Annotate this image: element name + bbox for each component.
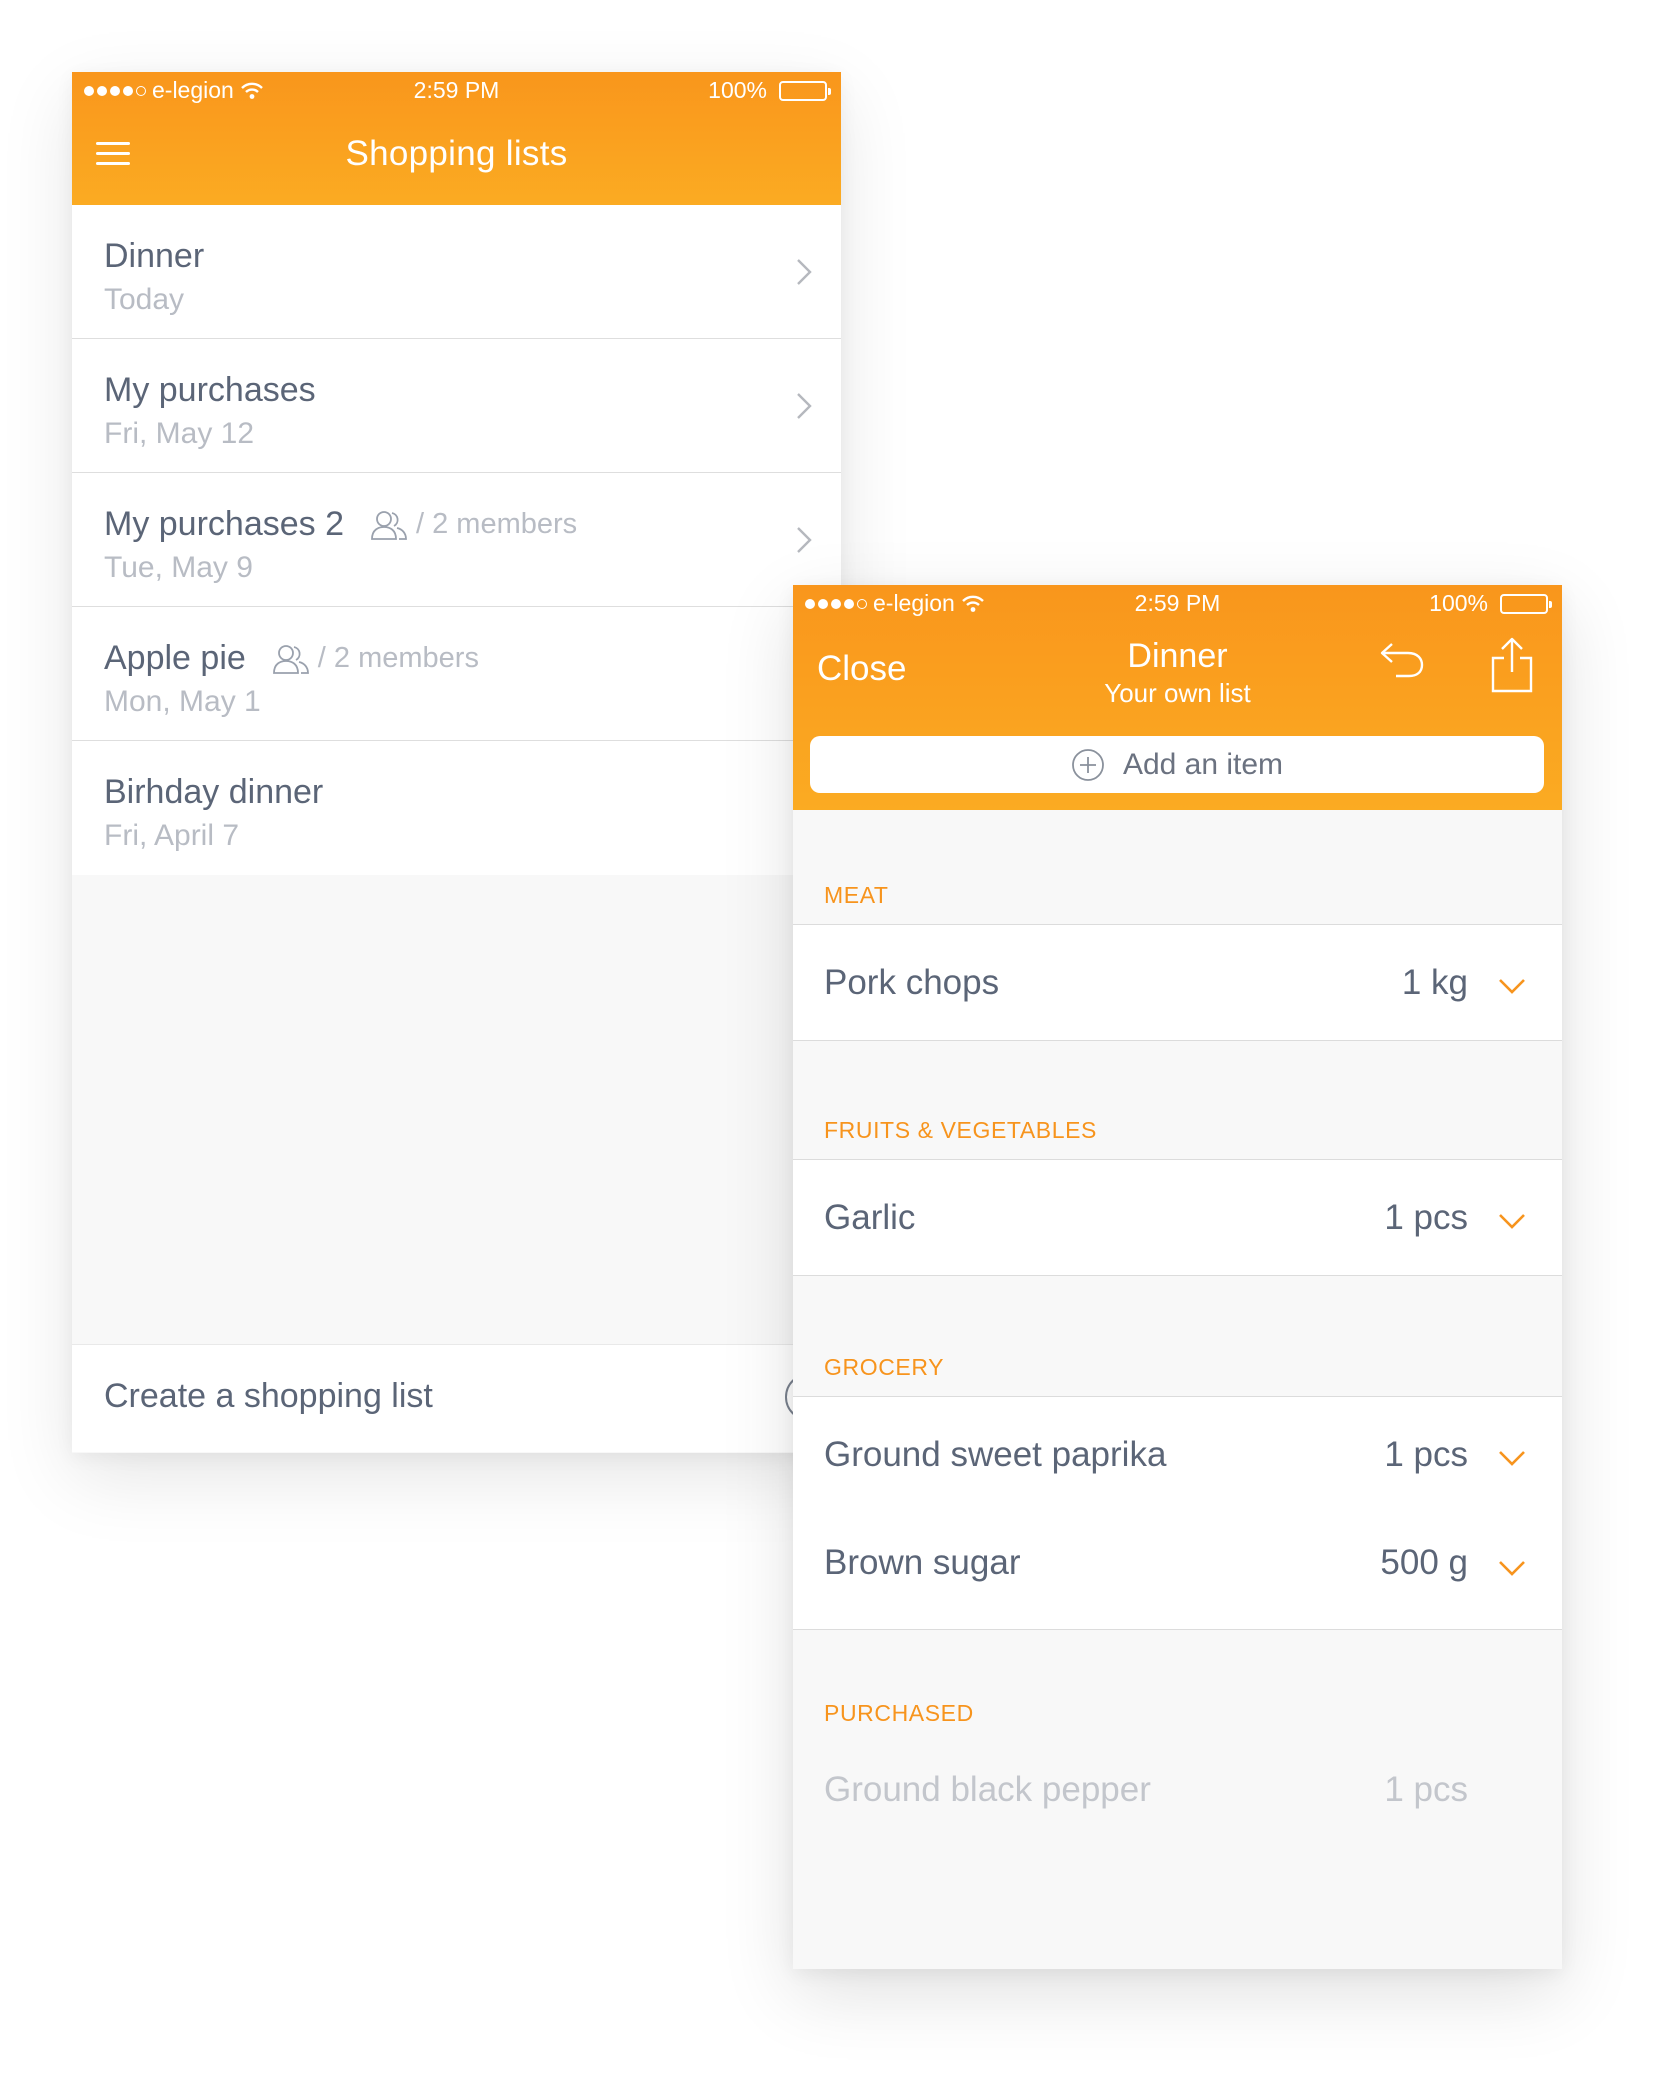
list-item-title: My purchases 2 <box>104 505 344 543</box>
list-item-ground-sweet-paprika[interactable]: Ground sweet paprika 1 pcs <box>793 1396 1562 1513</box>
list-title-block: Dinner Your own list <box>793 637 1562 709</box>
list-subtitle: Your own list <box>1104 678 1251 708</box>
list-item-title: Birhday dinner <box>104 773 324 811</box>
list-item-apple-pie[interactable]: Apple pie / 2 members Mon, May 1 <box>72 607 841 741</box>
list-item-ground-black-pepper[interactable]: Ground black pepper 1 pcs <box>793 1750 1562 1840</box>
members-icon <box>371 510 407 540</box>
item-quantity: 1 pcs <box>1384 1435 1468 1474</box>
item-quantity: 1 pcs <box>1384 1198 1468 1237</box>
chevron-down-icon[interactable] <box>1497 1559 1527 1577</box>
list-item-title-wrap: My purchases <box>104 371 316 410</box>
list-item-brown-sugar[interactable]: Brown sugar 500 g <box>793 1513 1562 1630</box>
item-name: Pork chops <box>824 963 1000 1002</box>
list-item-date: Fri, April 7 <box>104 819 240 852</box>
item-name: Brown sugar <box>824 1543 1021 1582</box>
list-item-garlic[interactable]: Garlic 1 pcs <box>793 1159 1562 1276</box>
list-item-date: Fri, May 12 <box>104 417 255 450</box>
item-name: Garlic <box>824 1198 916 1237</box>
battery-percent: 100% <box>708 77 767 103</box>
chevron-down-icon[interactable] <box>1497 1449 1527 1467</box>
members-badge: / 2 members <box>272 642 479 675</box>
plus-circle-icon <box>1072 748 1104 781</box>
list-item-date: Mon, May 1 <box>104 685 261 718</box>
page-title: Shopping lists <box>345 134 568 173</box>
section-header-meat: MEAT <box>824 882 889 908</box>
members-badge: / 2 members <box>370 508 577 541</box>
chevron-right-icon <box>797 393 812 419</box>
list-item-my-purchases[interactable]: My purchases Fri, May 12 <box>72 339 841 473</box>
list-detail-screen: e-legion 2:59 PM 100% Close Dinner Your … <box>793 585 1562 1969</box>
list-item-title-wrap: My purchases 2 / 2 members <box>104 505 577 544</box>
undo-icon[interactable] <box>1378 640 1426 680</box>
item-name: Ground sweet paprika <box>824 1435 1167 1474</box>
list-item-title: Dinner <box>104 237 205 275</box>
list-item-dinner[interactable]: Dinner Today <box>72 205 841 339</box>
list-title: Dinner <box>1127 637 1228 675</box>
item-name: Ground black pepper <box>824 1770 1151 1809</box>
chevron-right-icon <box>797 259 812 285</box>
section-header-purchased: PURCHASED <box>824 1700 974 1726</box>
add-item-input[interactable]: Add an item <box>810 736 1544 793</box>
status-bar: e-legion 2:59 PM 100% <box>72 72 841 108</box>
chevron-down-icon[interactable] <box>1497 1212 1527 1230</box>
battery-icon <box>779 80 831 101</box>
list-item-birthday-dinner[interactable]: Birhday dinner Fri, April 7 <box>72 741 841 875</box>
list-item-title: Apple pie <box>104 639 246 677</box>
lists-nav-bar: e-legion 2:59 PM 100% Shopping lists <box>72 72 841 205</box>
section-header-grocery: GROCERY <box>824 1354 945 1380</box>
section-header-fruits-vegetables: FRUITS & VEGETABLES <box>824 1117 1097 1143</box>
list-item-title-wrap: Apple pie / 2 members <box>104 639 479 678</box>
list-item-my-purchases-2[interactable]: My purchases 2 / 2 members Tue, May 9 <box>72 473 841 607</box>
list-item-title: My purchases <box>104 371 316 409</box>
shopping-lists-screen: e-legion 2:59 PM 100% Shopping lists Din… <box>72 72 841 1453</box>
battery-icon <box>1500 593 1552 614</box>
battery-group: 100% <box>708 77 831 104</box>
add-item-placeholder: Add an item <box>1122 747 1284 781</box>
create-list-label: Create a shopping list <box>104 1377 433 1415</box>
list-item-title-wrap: Birhday dinner <box>104 773 323 812</box>
list-item-date: Tue, May 9 <box>104 551 253 584</box>
create-list-button[interactable]: Create a shopping list <box>72 1344 841 1452</box>
battery-percent: 100% <box>1429 590 1488 616</box>
status-bar: e-legion 2:59 PM 100% <box>793 585 1562 621</box>
chevron-down-icon[interactable] <box>1497 977 1527 995</box>
chevron-right-icon <box>797 527 812 553</box>
members-count: / 2 members <box>416 508 578 540</box>
list-item-date: Today <box>104 283 185 316</box>
item-quantity: 1 kg <box>1401 963 1468 1002</box>
item-quantity: 500 g <box>1380 1543 1468 1582</box>
item-quantity: 1 pcs <box>1384 1770 1468 1809</box>
battery-group: 100% <box>1429 590 1552 617</box>
members-icon <box>272 644 309 674</box>
members-count: / 2 members <box>317 642 479 674</box>
list-item-pork-chops[interactable]: Pork chops 1 kg <box>793 924 1562 1041</box>
share-icon[interactable] <box>1490 636 1534 694</box>
detail-nav-bar: e-legion 2:59 PM 100% Close Dinner Your … <box>793 585 1562 810</box>
list-item-title-wrap: Dinner <box>104 237 204 276</box>
